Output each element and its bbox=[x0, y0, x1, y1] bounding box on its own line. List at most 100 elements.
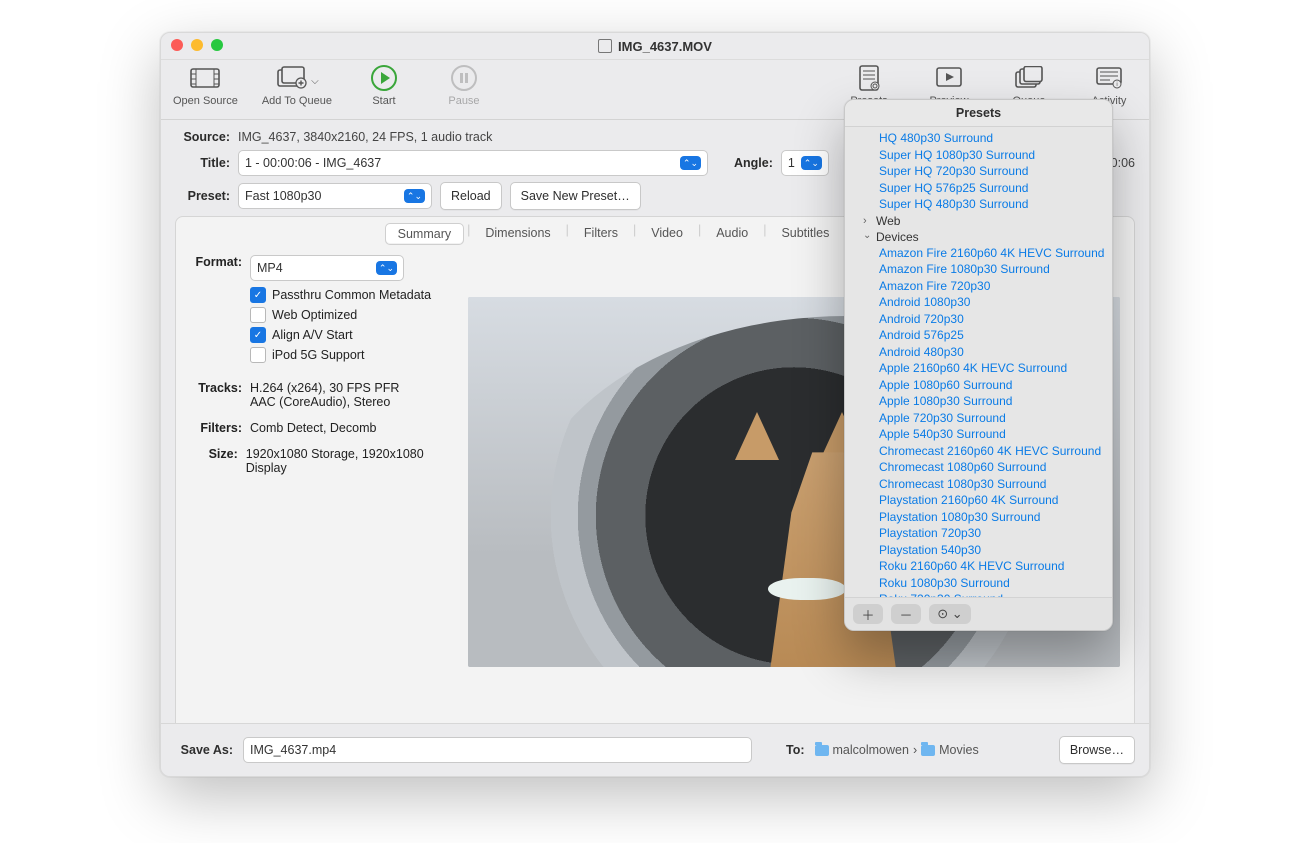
add-to-queue-button[interactable]: ⌵ Add To Queue bbox=[262, 64, 332, 107]
path-folder: Movies bbox=[939, 743, 979, 757]
preset-actions-button[interactable]: ⊙ ⌄ bbox=[929, 604, 971, 624]
passthru-metadata-checkbox[interactable]: ✓ Passthru Common Metadata bbox=[250, 287, 450, 303]
format-value: MP4 bbox=[257, 261, 283, 275]
presets-popover: Presets HQ 480p30 SurroundSuper HQ 1080p… bbox=[844, 99, 1113, 631]
preset-value: Fast 1080p30 bbox=[245, 189, 321, 203]
preset-item[interactable]: Apple 2160p60 4K HEVC Surround bbox=[851, 360, 1106, 377]
preset-item[interactable]: Playstation 1080p30 Surround bbox=[851, 509, 1106, 526]
preset-item[interactable]: Roku 2160p60 4K HEVC Surround bbox=[851, 558, 1106, 575]
preset-item[interactable]: HQ 480p30 Surround bbox=[851, 130, 1106, 147]
preset-item[interactable]: Playstation 720p30 bbox=[851, 525, 1106, 542]
angle-select[interactable]: 1 ⌃⌄ bbox=[781, 150, 829, 176]
preset-item[interactable]: Android 480p30 bbox=[851, 344, 1106, 361]
preset-item[interactable]: Playstation 540p30 bbox=[851, 542, 1106, 559]
angle-label: Angle: bbox=[734, 156, 773, 170]
title-label: Title: bbox=[175, 156, 230, 170]
saveas-field[interactable]: IMG_4637.mp4 bbox=[243, 737, 752, 763]
window-controls bbox=[171, 39, 223, 51]
preset-item[interactable]: Apple 1080p60 Surround bbox=[851, 377, 1106, 394]
duration-value: 0:06 bbox=[1111, 156, 1135, 170]
to-label: To: bbox=[786, 743, 805, 757]
preset-item[interactable]: Chromecast 1080p30 Surround bbox=[851, 476, 1106, 493]
preset-category[interactable]: Devices bbox=[851, 229, 1106, 245]
chevron-updown-icon: ⌃⌄ bbox=[680, 156, 701, 170]
format-select[interactable]: MP4 ⌃⌄ bbox=[250, 255, 404, 281]
reload-button[interactable]: Reload bbox=[440, 182, 502, 210]
preset-add-button[interactable]: ＋ bbox=[853, 604, 883, 624]
to-path[interactable]: malcolmowen › Movies bbox=[815, 743, 979, 757]
film-icon bbox=[188, 64, 222, 92]
preset-select[interactable]: Fast 1080p30 ⌃⌄ bbox=[238, 183, 432, 209]
tab-subtitles[interactable]: Subtitles bbox=[769, 223, 841, 245]
title-select-value: 1 - 00:00:06 - IMG_4637 bbox=[245, 156, 381, 170]
preset-remove-button[interactable]: － bbox=[891, 604, 921, 624]
close-window-button[interactable] bbox=[171, 39, 183, 51]
pause-label: Pause bbox=[448, 95, 479, 107]
main-window: IMG_4637.MOV Open Source ⌵ bbox=[160, 32, 1150, 777]
align-av-start-checkbox[interactable]: ✓ Align A/V Start bbox=[250, 327, 450, 343]
checkbox-checked-icon: ✓ bbox=[250, 327, 266, 343]
preset-category[interactable]: Web bbox=[851, 213, 1106, 229]
tab-dimensions[interactable]: Dimensions bbox=[473, 223, 562, 245]
browse-button[interactable]: Browse… bbox=[1059, 736, 1135, 764]
preset-item[interactable]: Amazon Fire 1080p30 Surround bbox=[851, 261, 1106, 278]
zoom-window-button[interactable] bbox=[211, 39, 223, 51]
preset-item[interactable]: Chromecast 1080p60 Surround bbox=[851, 459, 1106, 476]
size-label: Size: bbox=[190, 447, 238, 461]
checkbox-checked-icon: ✓ bbox=[250, 287, 266, 303]
tab-filters[interactable]: Filters bbox=[572, 223, 630, 245]
format-label: Format: bbox=[190, 255, 242, 269]
filters-label: Filters: bbox=[190, 421, 242, 435]
preset-item[interactable]: Amazon Fire 2160p60 4K HEVC Surround bbox=[851, 245, 1106, 262]
path-user: malcolmowen bbox=[833, 743, 909, 757]
preset-item[interactable]: Apple 720p30 Surround bbox=[851, 410, 1106, 427]
activity-icon: i bbox=[1092, 64, 1126, 92]
tab-summary[interactable]: Summary bbox=[385, 223, 464, 245]
presets-popover-title: Presets bbox=[845, 100, 1112, 127]
path-separator: › bbox=[913, 743, 917, 757]
preset-item[interactable]: Playstation 2160p60 4K Surround bbox=[851, 492, 1106, 509]
folder-icon bbox=[921, 745, 935, 756]
preset-item[interactable]: Roku 720p30 Surround bbox=[851, 591, 1106, 597]
queue-add-icon bbox=[275, 64, 309, 92]
preset-item[interactable]: Android 1080p30 bbox=[851, 294, 1106, 311]
title-select[interactable]: 1 - 00:00:06 - IMG_4637 ⌃⌄ bbox=[238, 150, 708, 176]
queue-icon bbox=[1012, 64, 1046, 92]
preset-item[interactable]: Super HQ 576p25 Surround bbox=[851, 180, 1106, 197]
open-source-label: Open Source bbox=[173, 95, 238, 107]
preset-item[interactable]: Roku 1080p30 Surround bbox=[851, 575, 1106, 592]
presets-icon bbox=[852, 64, 886, 92]
checkbox-unchecked-icon bbox=[250, 307, 266, 323]
save-bar: Save As: IMG_4637.mp4 To: malcolmowen › … bbox=[161, 723, 1149, 776]
open-source-button[interactable]: Open Source bbox=[173, 64, 238, 107]
pause-button[interactable]: Pause bbox=[436, 64, 492, 107]
preset-item[interactable]: Super HQ 720p30 Surround bbox=[851, 163, 1106, 180]
add-to-queue-menu-caret[interactable]: ⌵ bbox=[311, 70, 319, 87]
tracks-label: Tracks: bbox=[190, 381, 242, 395]
presets-tree[interactable]: HQ 480p30 SurroundSuper HQ 1080p30 Surro… bbox=[845, 127, 1112, 597]
preset-item[interactable]: Android 720p30 bbox=[851, 311, 1106, 328]
save-new-preset-button[interactable]: Save New Preset… bbox=[510, 182, 641, 210]
minimize-window-button[interactable] bbox=[191, 39, 203, 51]
checkbox-unchecked-icon bbox=[250, 347, 266, 363]
saveas-value: IMG_4637.mp4 bbox=[250, 743, 336, 757]
chevron-updown-icon: ⌃⌄ bbox=[376, 261, 397, 275]
tab-audio[interactable]: Audio bbox=[704, 223, 760, 245]
tab-video[interactable]: Video bbox=[639, 223, 695, 245]
tracks-line: H.264 (x264), 30 FPS PFR bbox=[250, 381, 399, 395]
preset-item[interactable]: Super HQ 1080p30 Surround bbox=[851, 147, 1106, 164]
preset-item[interactable]: Super HQ 480p30 Surround bbox=[851, 196, 1106, 213]
add-to-queue-label: Add To Queue bbox=[262, 95, 332, 107]
start-button[interactable]: Start bbox=[356, 64, 412, 107]
preset-item[interactable]: Android 576p25 bbox=[851, 327, 1106, 344]
web-optimized-checkbox[interactable]: Web Optimized bbox=[250, 307, 450, 323]
preset-item[interactable]: Amazon Fire 720p30 bbox=[851, 278, 1106, 295]
ipod-support-checkbox[interactable]: iPod 5G Support bbox=[250, 347, 450, 363]
source-label: Source: bbox=[175, 130, 230, 144]
titlebar: IMG_4637.MOV bbox=[161, 33, 1149, 60]
start-label: Start bbox=[372, 95, 395, 107]
preview-icon bbox=[932, 64, 966, 92]
preset-item[interactable]: Apple 1080p30 Surround bbox=[851, 393, 1106, 410]
preset-item[interactable]: Apple 540p30 Surround bbox=[851, 426, 1106, 443]
preset-item[interactable]: Chromecast 2160p60 4K HEVC Surround bbox=[851, 443, 1106, 460]
